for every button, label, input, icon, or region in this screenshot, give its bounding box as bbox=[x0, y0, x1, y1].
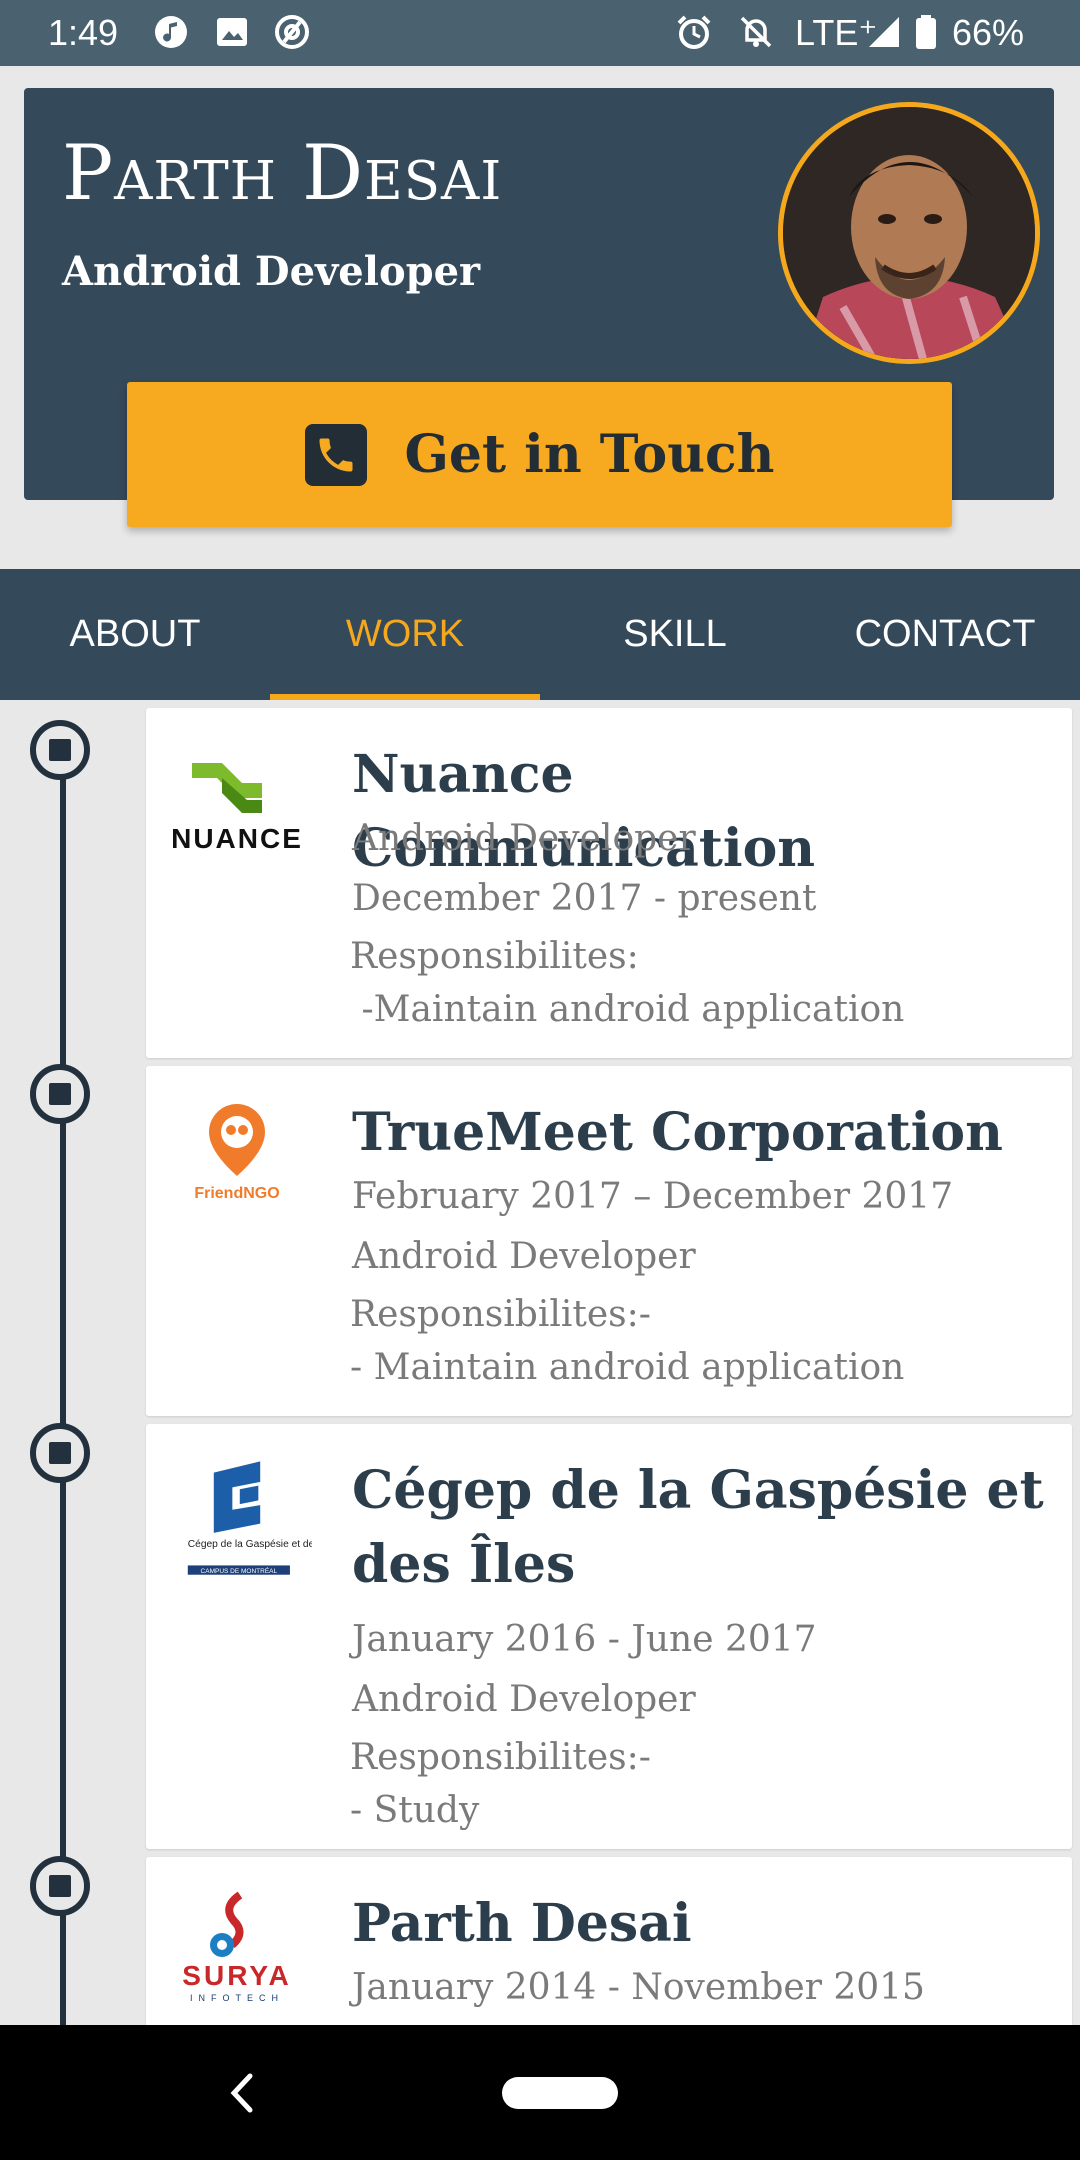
nuance-logo-text: NUANCE bbox=[171, 823, 303, 854]
work-card[interactable]: SURYA INFOTECH Parth Desai January 2014 … bbox=[146, 1857, 1072, 2025]
cegep-logo-subtext: CAMPUS DE MONTRÉAL bbox=[201, 1566, 278, 1575]
music-icon bbox=[155, 16, 187, 48]
job-line: January 2016 - June 2017 bbox=[352, 1619, 817, 1660]
company-name: Parth Desai bbox=[352, 1893, 692, 1954]
phone-icon bbox=[304, 423, 367, 486]
cegep-logo-text: Cégep de la Gaspésie et des Îles bbox=[188, 1537, 312, 1550]
battery-icon bbox=[916, 15, 936, 49]
job-line: December 2017 - present bbox=[352, 878, 817, 919]
work-card[interactable]: FriendNGO TrueMeet Corporation February … bbox=[146, 1066, 1072, 1416]
friendngo-logo-text: FriendNGO bbox=[194, 1185, 279, 1202]
tab-about[interactable]: ABOUT bbox=[0, 569, 270, 700]
status-time: 1:49 bbox=[48, 12, 119, 53]
job-line: - Maintain android application bbox=[350, 1347, 905, 1388]
timeline-node bbox=[30, 1423, 90, 1483]
tab-contact[interactable]: CONTACT bbox=[810, 569, 1080, 700]
job-line: Responsibilites:- bbox=[350, 1737, 651, 1778]
avatar[interactable] bbox=[778, 102, 1040, 364]
work-list[interactable]: NUANCE Nuance Communication Android Deve… bbox=[0, 700, 1080, 2025]
system-nav-bar bbox=[0, 2025, 1080, 2160]
battery-percent: 66% bbox=[952, 12, 1025, 53]
company-name: Cégep de la Gaspésie et des Îles bbox=[352, 1460, 1044, 1595]
job-line: February 2017 – December 2017 bbox=[352, 1176, 954, 1217]
job-line: January 2014 - November 2015 bbox=[352, 1967, 925, 2008]
alarm-icon bbox=[677, 15, 711, 49]
cegep-logo: Cégep de la Gaspésie et des Îles CAMPUS … bbox=[187, 1461, 312, 1575]
at-icon bbox=[275, 15, 309, 49]
timeline-node bbox=[30, 1856, 90, 1916]
profile-role: Android Developer bbox=[62, 248, 481, 295]
nuance-logo: NUANCE bbox=[171, 763, 303, 854]
timeline-node bbox=[30, 720, 90, 780]
job-line: -Maintain android application bbox=[350, 989, 905, 1030]
signal-icon bbox=[869, 17, 899, 47]
surya-logo: SURYA INFOTECH bbox=[182, 1891, 291, 2003]
tab-work[interactable]: WORK bbox=[270, 569, 540, 700]
image-icon bbox=[217, 18, 247, 46]
back-icon[interactable] bbox=[222, 2070, 262, 2116]
timeline-node bbox=[30, 1064, 90, 1124]
tab-skill[interactable]: SKILL bbox=[540, 569, 810, 700]
get-in-touch-label: Get in Touch bbox=[404, 424, 775, 485]
job-line: Android Developer bbox=[352, 1679, 696, 1720]
company-name: Nuance Communication bbox=[352, 744, 816, 879]
surya-logo-text: SURYA bbox=[182, 1960, 291, 1991]
work-card[interactable]: NUANCE Nuance Communication Android Deve… bbox=[146, 708, 1072, 1058]
timeline-line bbox=[60, 750, 66, 2025]
job-line: Android Developer bbox=[352, 818, 696, 859]
job-line: Responsibilites: bbox=[350, 936, 639, 977]
work-card[interactable]: Cégep de la Gaspésie et des Îles CAMPUS … bbox=[146, 1424, 1072, 1849]
company-name: TrueMeet Corporation bbox=[352, 1102, 1003, 1163]
friendngo-logo: FriendNGO bbox=[194, 1104, 280, 1202]
get-in-touch-button[interactable]: Get in Touch bbox=[127, 382, 952, 527]
profile-name: Parth Desai bbox=[62, 128, 503, 217]
tab-bar: ABOUT WORK SKILL CONTACT bbox=[0, 569, 1080, 700]
job-line: - Study bbox=[350, 1790, 480, 1831]
home-pill[interactable] bbox=[502, 2077, 618, 2109]
bell-off-icon bbox=[740, 16, 772, 48]
status-bar: 1:49 LTE⁺ 66% bbox=[0, 0, 1080, 66]
profile-photo bbox=[783, 107, 1035, 359]
network-type: LTE⁺ bbox=[795, 12, 878, 53]
job-line: Responsibilites:- bbox=[350, 1294, 651, 1335]
surya-logo-subtext: INFOTECH bbox=[190, 1993, 284, 2003]
job-line: Android Developer bbox=[352, 1236, 696, 1277]
